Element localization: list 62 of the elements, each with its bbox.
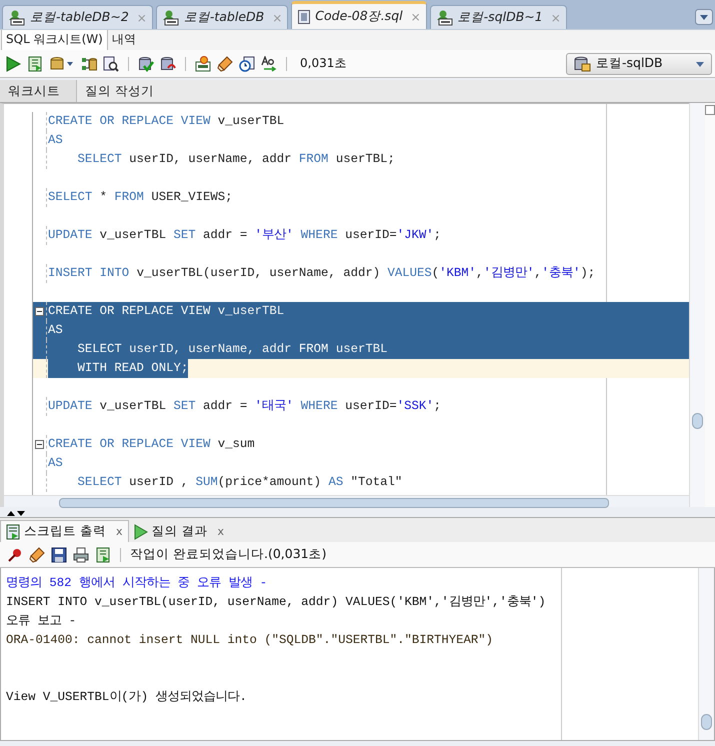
database-user-icon — [162, 10, 180, 26]
tab-list-dropdown-icon[interactable] — [695, 9, 713, 25]
output-tab[interactable]: 질의 결과 x — [128, 521, 229, 542]
database-icon — [573, 56, 591, 72]
print-icon[interactable] — [73, 546, 89, 562]
status-message: 작업이 완료되었습니다.(0,031초) — [130, 546, 326, 563]
run-icon — [134, 524, 148, 540]
output-tab[interactable]: 스크립트 출력 x — [0, 520, 128, 542]
caret-icon — [695, 60, 705, 68]
output-line: 명령의 582 행에서 시작하는 중 오류 발생 - — [6, 575, 268, 591]
close-tab-button[interactable]: x — [217, 525, 224, 538]
output-line: ORA-01400: cannot insert NULL into ("SQLDB"."USERTBL"."BIRTHYEAR") — [6, 632, 494, 646]
worksheet-tab[interactable]: 워크시트 — [0, 80, 77, 102]
database-check-icon[interactable] — [138, 56, 154, 72]
document-search-icon[interactable] — [103, 56, 119, 72]
connection-dropdown[interactable]: 로컬-sqlDB — [566, 52, 712, 74]
run-icon[interactable] — [5, 56, 21, 72]
checkbox[interactable] — [705, 105, 715, 115]
document-icon — [297, 8, 312, 24]
code-line: CREATE OR REPLACE VIEW v_userTBL — [48, 113, 284, 130]
code-line: SELECT userID, userName, addr FROM userTBL; — [76, 151, 395, 168]
elapsed-time: 0,031초 — [300, 55, 346, 72]
database-user-icon — [436, 10, 454, 26]
eraser-icon[interactable] — [29, 546, 45, 562]
document-tab[interactable]: 로컬-sqlDB~1 × — [430, 5, 567, 29]
code-line: SELECT userID , SUM(price*amount) AS "Total" — [76, 474, 402, 491]
code-line: INSERT INTO v_userTBL(userID, userName, addr) VALUES('KBM','김병만','충북'); — [48, 265, 596, 282]
document-tab[interactable]: Code-08장.sql × — [291, 1, 427, 29]
script-output-icon — [6, 524, 20, 540]
collapse-icon[interactable] — [35, 307, 44, 316]
code-line: SELECT * FROM USER_VIEWS; — [48, 189, 233, 206]
run-script-icon[interactable] — [27, 56, 43, 72]
eraser-icon[interactable] — [217, 56, 233, 72]
vertical-scrollbar[interactable] — [689, 103, 705, 507]
output-line: 오류 보고 - — [6, 613, 76, 629]
horizontal-scrollbar[interactable] — [4, 495, 689, 507]
database-dropdown-icon[interactable] — [49, 56, 75, 72]
database-user-icon — [8, 10, 26, 26]
output-line: INSERT INTO v_userTBL(userID, userName, addr) VALUES('KBM','김병만','충북') — [6, 594, 546, 610]
run-script-icon[interactable] — [95, 546, 111, 562]
vertical-scrollbar[interactable] — [698, 568, 714, 740]
collapse-icon[interactable] — [35, 440, 44, 449]
save-icon[interactable] — [51, 546, 67, 562]
code-line: AS — [48, 455, 63, 472]
close-tab-button[interactable]: x — [116, 525, 122, 538]
code-line: CREATE OR REPLACE VIEW v_sum — [48, 436, 255, 453]
code-line: AS — [48, 132, 63, 149]
worksheet-tab[interactable]: 질의 작성기 — [77, 80, 162, 102]
clock-document-icon[interactable] — [239, 56, 255, 72]
pin-icon[interactable] — [7, 546, 23, 562]
view-tab[interactable]: 내역 — [108, 29, 140, 50]
split-arrows-icon[interactable] — [6, 509, 28, 517]
text-case-icon[interactable] — [261, 56, 277, 72]
document-tab[interactable]: 로컬-tableDB~2 × — [2, 5, 153, 29]
document-tab[interactable]: 로컬-tableDB × — [156, 5, 288, 29]
code-line: UPDATE v_userTBL SET addr = '태국' WHERE userID='SSK'; — [48, 398, 442, 415]
output-line: View V_USERTBL이(가) 생성되었습니다. — [6, 689, 247, 705]
database-undo-icon[interactable] — [160, 56, 176, 72]
database-tree-icon[interactable] — [81, 56, 97, 72]
database-star-icon[interactable] — [195, 56, 211, 72]
code-line: UPDATE v_userTBL SET addr = '부산' WHERE userID='JKW'; — [48, 227, 442, 244]
view-tab[interactable]: SQL 워크시트(W) — [1, 28, 108, 50]
